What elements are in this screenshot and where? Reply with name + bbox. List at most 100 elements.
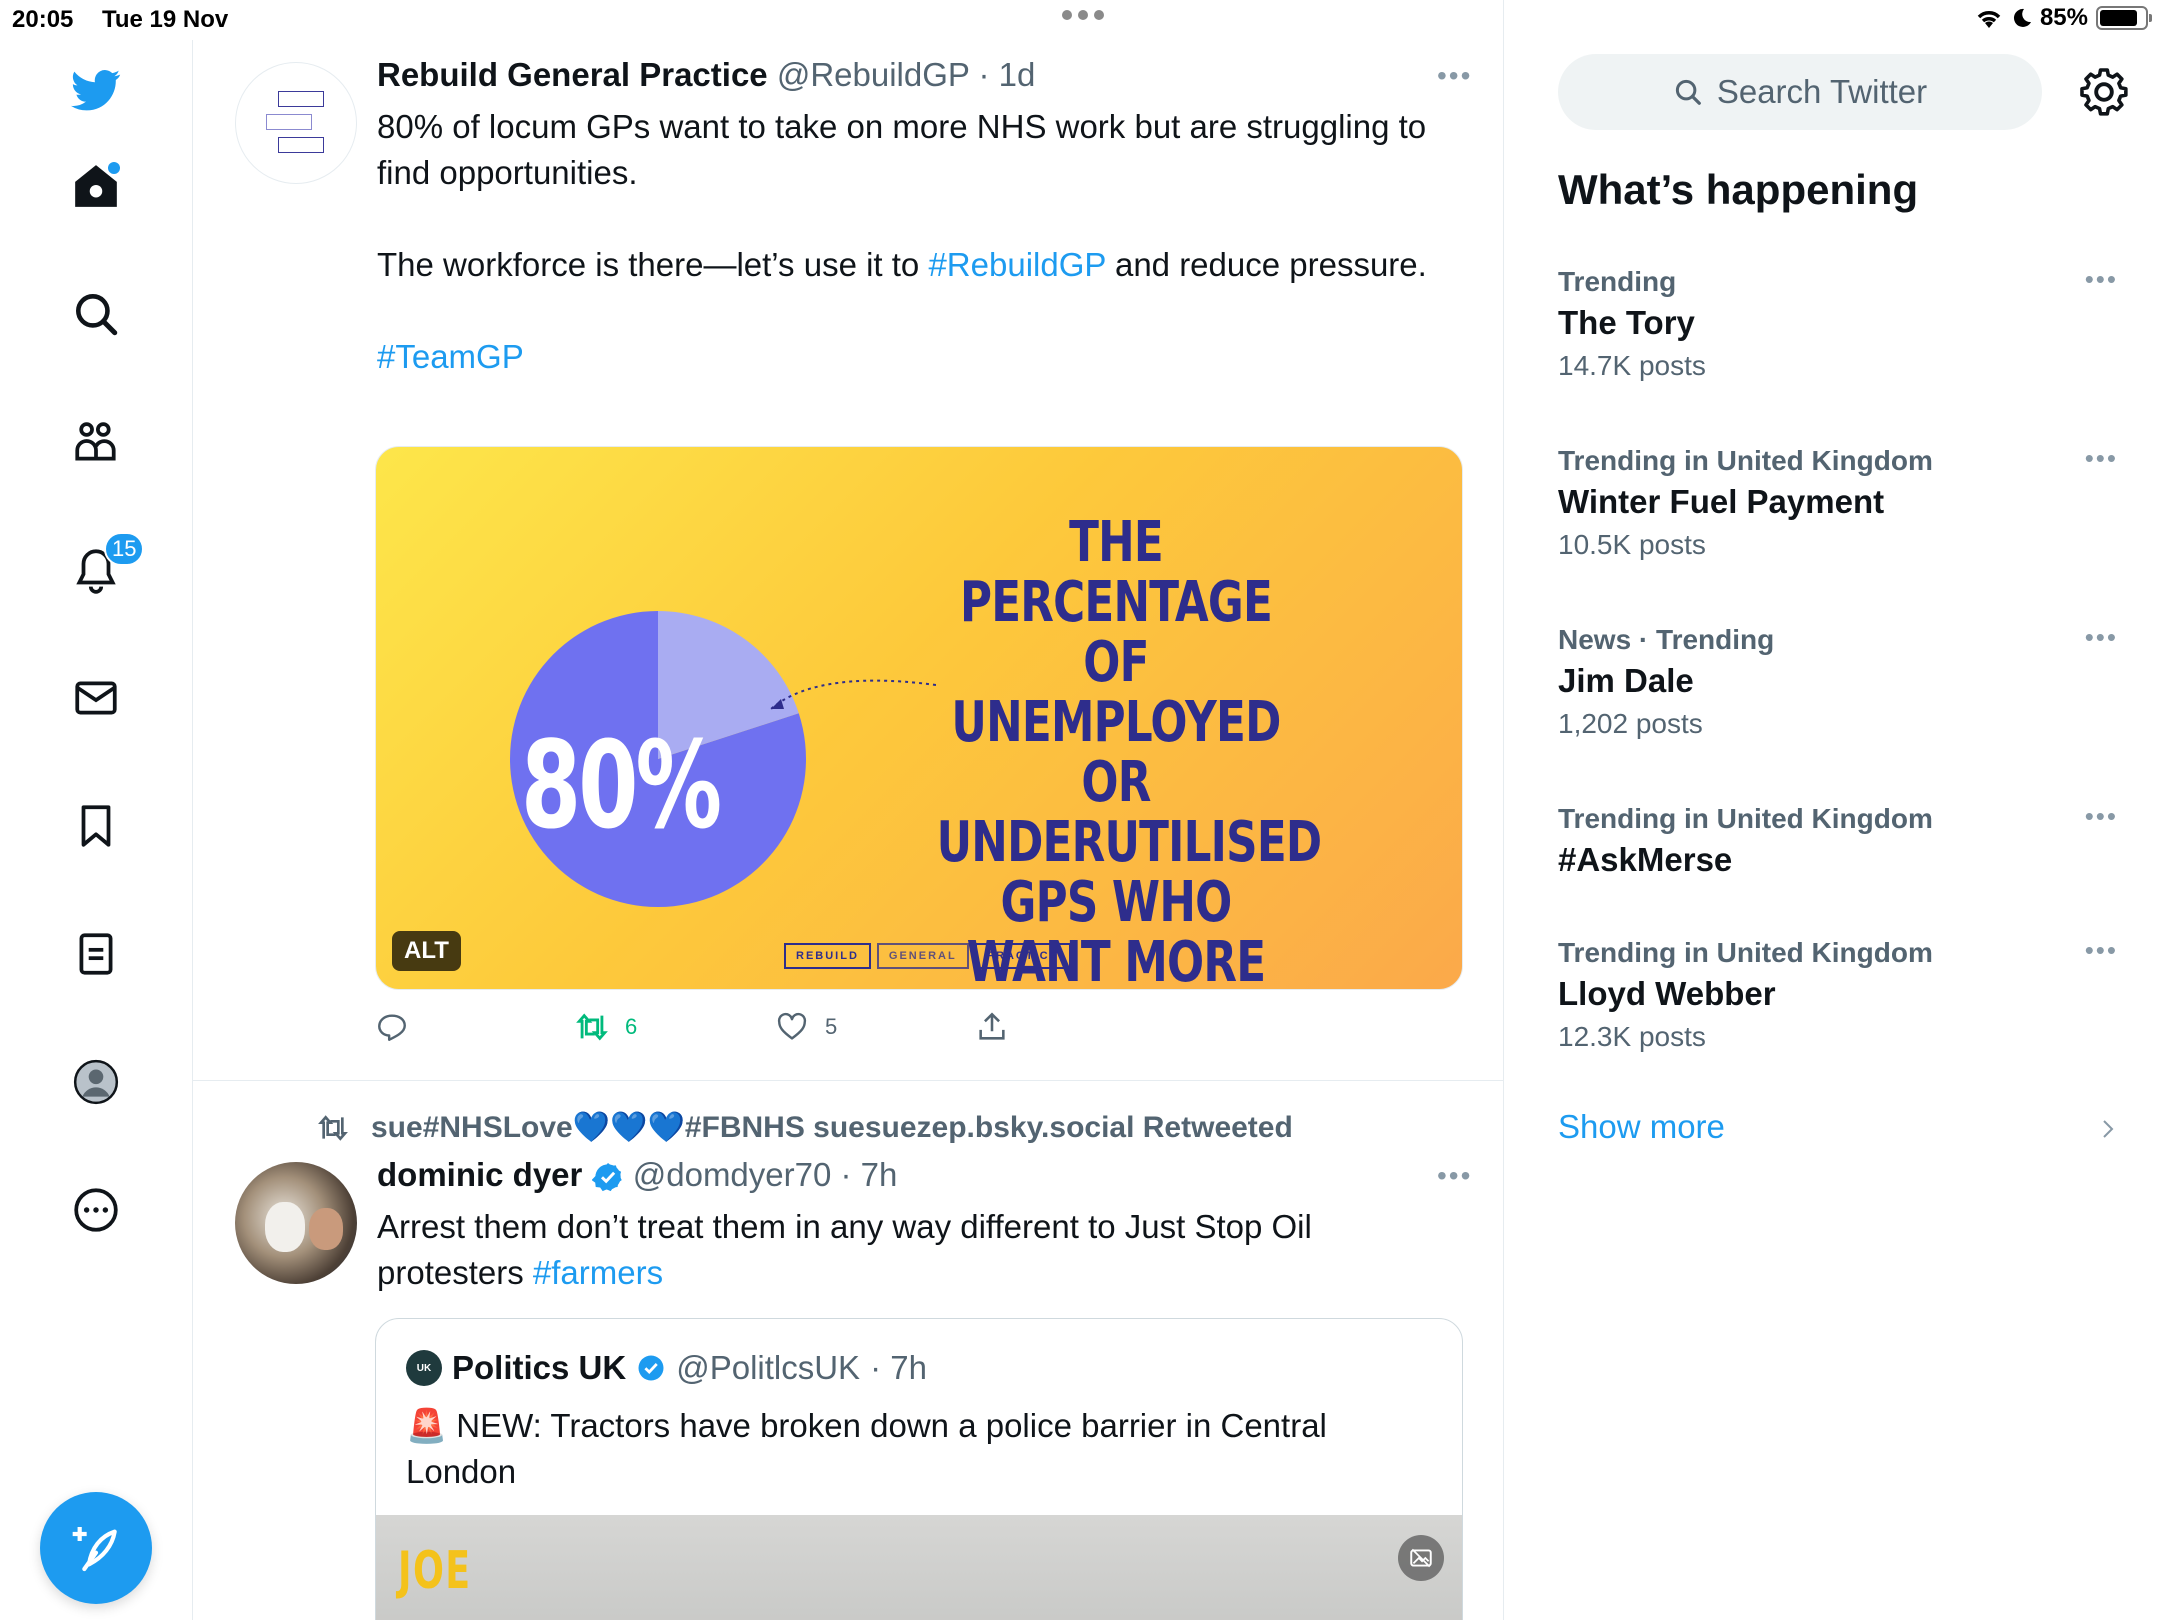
more-options-icon[interactable]: ••• (2085, 801, 2118, 832)
twitter-logo-icon[interactable] (56, 50, 136, 130)
whats-happening-title: What’s happening (1558, 166, 1919, 213)
trend-item[interactable]: Trending The Tory 14.7K posts ••• (1558, 264, 2118, 382)
tweet-time[interactable]: · 7h (841, 1156, 898, 1193)
search-input[interactable]: Search Twitter (1558, 54, 2042, 130)
retweet-button[interactable]: 6 (575, 1010, 637, 1044)
more-options-icon[interactable]: ••• (1437, 1160, 1472, 1192)
trend-item[interactable]: Trending in United Kingdom #AskMerse ••• (1558, 801, 2118, 879)
like-count: 5 (825, 1014, 838, 1039)
trend-context: News · Trending (1558, 624, 1775, 655)
search-icon[interactable] (56, 274, 136, 354)
logo-word: PRACTICE (974, 943, 1071, 969)
quote-time[interactable]: · 7h (870, 1349, 927, 1387)
tweet-text-line2: The workforce is there—let’s use it to #… (377, 246, 1427, 283)
retweeted-by-line[interactable]: sue#NHSLove💙💙💙#FBNHS suesuezep.bsky.soci… (313, 1110, 1293, 1145)
home-icon[interactable] (56, 146, 136, 226)
rgp-avatar-logo (266, 91, 328, 155)
tweet-actions: 6 5 (375, 1010, 1075, 1050)
hashtag-link[interactable]: #farmers (533, 1254, 663, 1291)
more-options-icon[interactable]: ••• (2085, 622, 2118, 653)
bookmark-icon[interactable] (56, 786, 136, 866)
right-sidebar: Search Twitter What’s happening Trending… (1504, 0, 2160, 1620)
verified-badge-icon (591, 1163, 622, 1192)
trend-context: Trending in United Kingdom (1558, 803, 1933, 834)
hashtag-link[interactable]: #RebuildGP (928, 246, 1105, 283)
quote-text: 🚨 NEW: Tractors have broken down a polic… (406, 1407, 1327, 1490)
quote-author-handle[interactable]: @PolitlcsUK (676, 1349, 860, 1387)
more-options-icon[interactable]: ••• (1437, 60, 1472, 92)
hashtag-link[interactable]: #TeamGP (377, 338, 524, 375)
like-button[interactable]: 5 (775, 1010, 837, 1044)
chevron-right-icon[interactable] (2096, 1114, 2120, 1144)
joe-watermark: JOE (398, 1541, 472, 1601)
quoted-tweet[interactable]: UK Politics UK @PolitlcsUK · 7h 🚨 NEW: T… (375, 1318, 1463, 1620)
mail-icon[interactable] (56, 658, 136, 738)
search-placeholder: Search Twitter (1716, 73, 1928, 110)
logo-word: REBUILD (784, 943, 871, 969)
trend-item[interactable]: Trending in United Kingdom Winter Fuel P… (1558, 443, 2118, 561)
more-options-icon[interactable]: ••• (2085, 264, 2118, 295)
share-button[interactable] (975, 1010, 1009, 1044)
show-more-link[interactable]: Show more (1558, 1108, 1725, 1146)
quote-media-image[interactable]: JOE (376, 1515, 1462, 1620)
avatar[interactable] (235, 1162, 357, 1284)
trend-context: Trending in United Kingdom (1558, 445, 1933, 476)
bell-icon[interactable]: 15 (56, 530, 145, 610)
retweet-icon (318, 1114, 348, 1141)
tweet-text: 80% of locum GPs want to take on more NH… (377, 104, 1457, 380)
trend-context: Trending (1558, 266, 1677, 297)
avatar[interactable] (235, 62, 357, 184)
more-circle-icon[interactable] (56, 1170, 136, 1250)
author-handle[interactable]: @RebuildGP (777, 56, 970, 93)
tweet-header: dominic dyer @domdyer70 · 7h (377, 1156, 897, 1194)
quote-avatar[interactable]: UK (406, 1350, 442, 1386)
trend-item[interactable]: Trending in United Kingdom Lloyd Webber … (1558, 935, 2118, 1053)
tweet-time[interactable]: · 1d (979, 56, 1036, 93)
more-options-icon[interactable]: ••• (2085, 935, 2118, 966)
trend-item[interactable]: News · Trending Jim Dale 1,202 posts ••• (1558, 622, 2118, 740)
timeline[interactable]: Rebuild General Practice @RebuildGP · 1d… (193, 0, 1504, 1620)
rgp-logo: REBUILD GENERAL PRACTICE (784, 943, 1071, 969)
communities-icon[interactable] (56, 402, 136, 482)
share-icon (979, 1012, 1005, 1040)
alt-badge[interactable]: ALT (392, 931, 461, 971)
author-name[interactable]: Rebuild General Practice (377, 56, 768, 93)
left-nav: 15 (0, 40, 193, 1620)
tweet-media-image[interactable]: 80% THE PERCENTAGE OF UNEMPLOYED OR UNDE… (375, 446, 1463, 990)
trend-topic: The Tory (1558, 304, 1695, 341)
siren-emoji: 🚨 (406, 1407, 448, 1444)
blue-hearts-emoji: 💙💙💙 (572, 1111, 685, 1144)
notifications-badge: 15 (104, 532, 145, 566)
retweet-icon (576, 1013, 608, 1041)
trend-count: 10.5K posts (1558, 529, 1706, 560)
trend-topic: Winter Fuel Payment (1558, 483, 1885, 520)
compose-button[interactable] (40, 1492, 152, 1604)
tweet-divider (193, 1080, 1503, 1081)
tweet-header: Rebuild General Practice @RebuildGP · 1d (377, 56, 1035, 94)
trend-count: 1,202 posts (1558, 708, 1703, 739)
tweet-text-line1: 80% of locum GPs want to take on more NH… (377, 108, 1427, 191)
lists-icon[interactable] (56, 914, 136, 994)
tweet-text: Arrest them don’t treat them in any way … (377, 1208, 1312, 1291)
retweet-count: 6 (625, 1014, 638, 1039)
author-handle[interactable]: @domdyer70 (633, 1156, 832, 1193)
more-options-icon[interactable]: ••• (2085, 443, 2118, 474)
quote-header: UK Politics UK @PolitlcsUK · 7h (406, 1349, 927, 1387)
compose-icon (72, 1527, 117, 1572)
profile-icon[interactable] (56, 1042, 136, 1122)
avatar-photo (265, 1202, 305, 1252)
search-icon (1675, 79, 1701, 105)
status-time: 20:05 (12, 6, 74, 33)
logo-word: GENERAL (876, 943, 969, 969)
heart-icon (777, 1012, 807, 1040)
pie-percent-label: 80% (521, 717, 722, 856)
author-name[interactable]: dominic dyer (377, 1156, 582, 1193)
trend-count: 14.7K posts (1558, 350, 1706, 381)
quote-author-name[interactable]: Politics UK (452, 1349, 626, 1387)
reply-button[interactable] (375, 1010, 409, 1044)
trend-count: 12.3K posts (1558, 1021, 1706, 1052)
retweeter-name: sue#NHSLove (371, 1111, 573, 1144)
gear-icon[interactable] (2078, 66, 2130, 118)
sensitive-media-icon[interactable] (1398, 1535, 1444, 1581)
retweet-suffix: #FBNHS suesuezep.bsky.social Retweeted (684, 1111, 1293, 1144)
